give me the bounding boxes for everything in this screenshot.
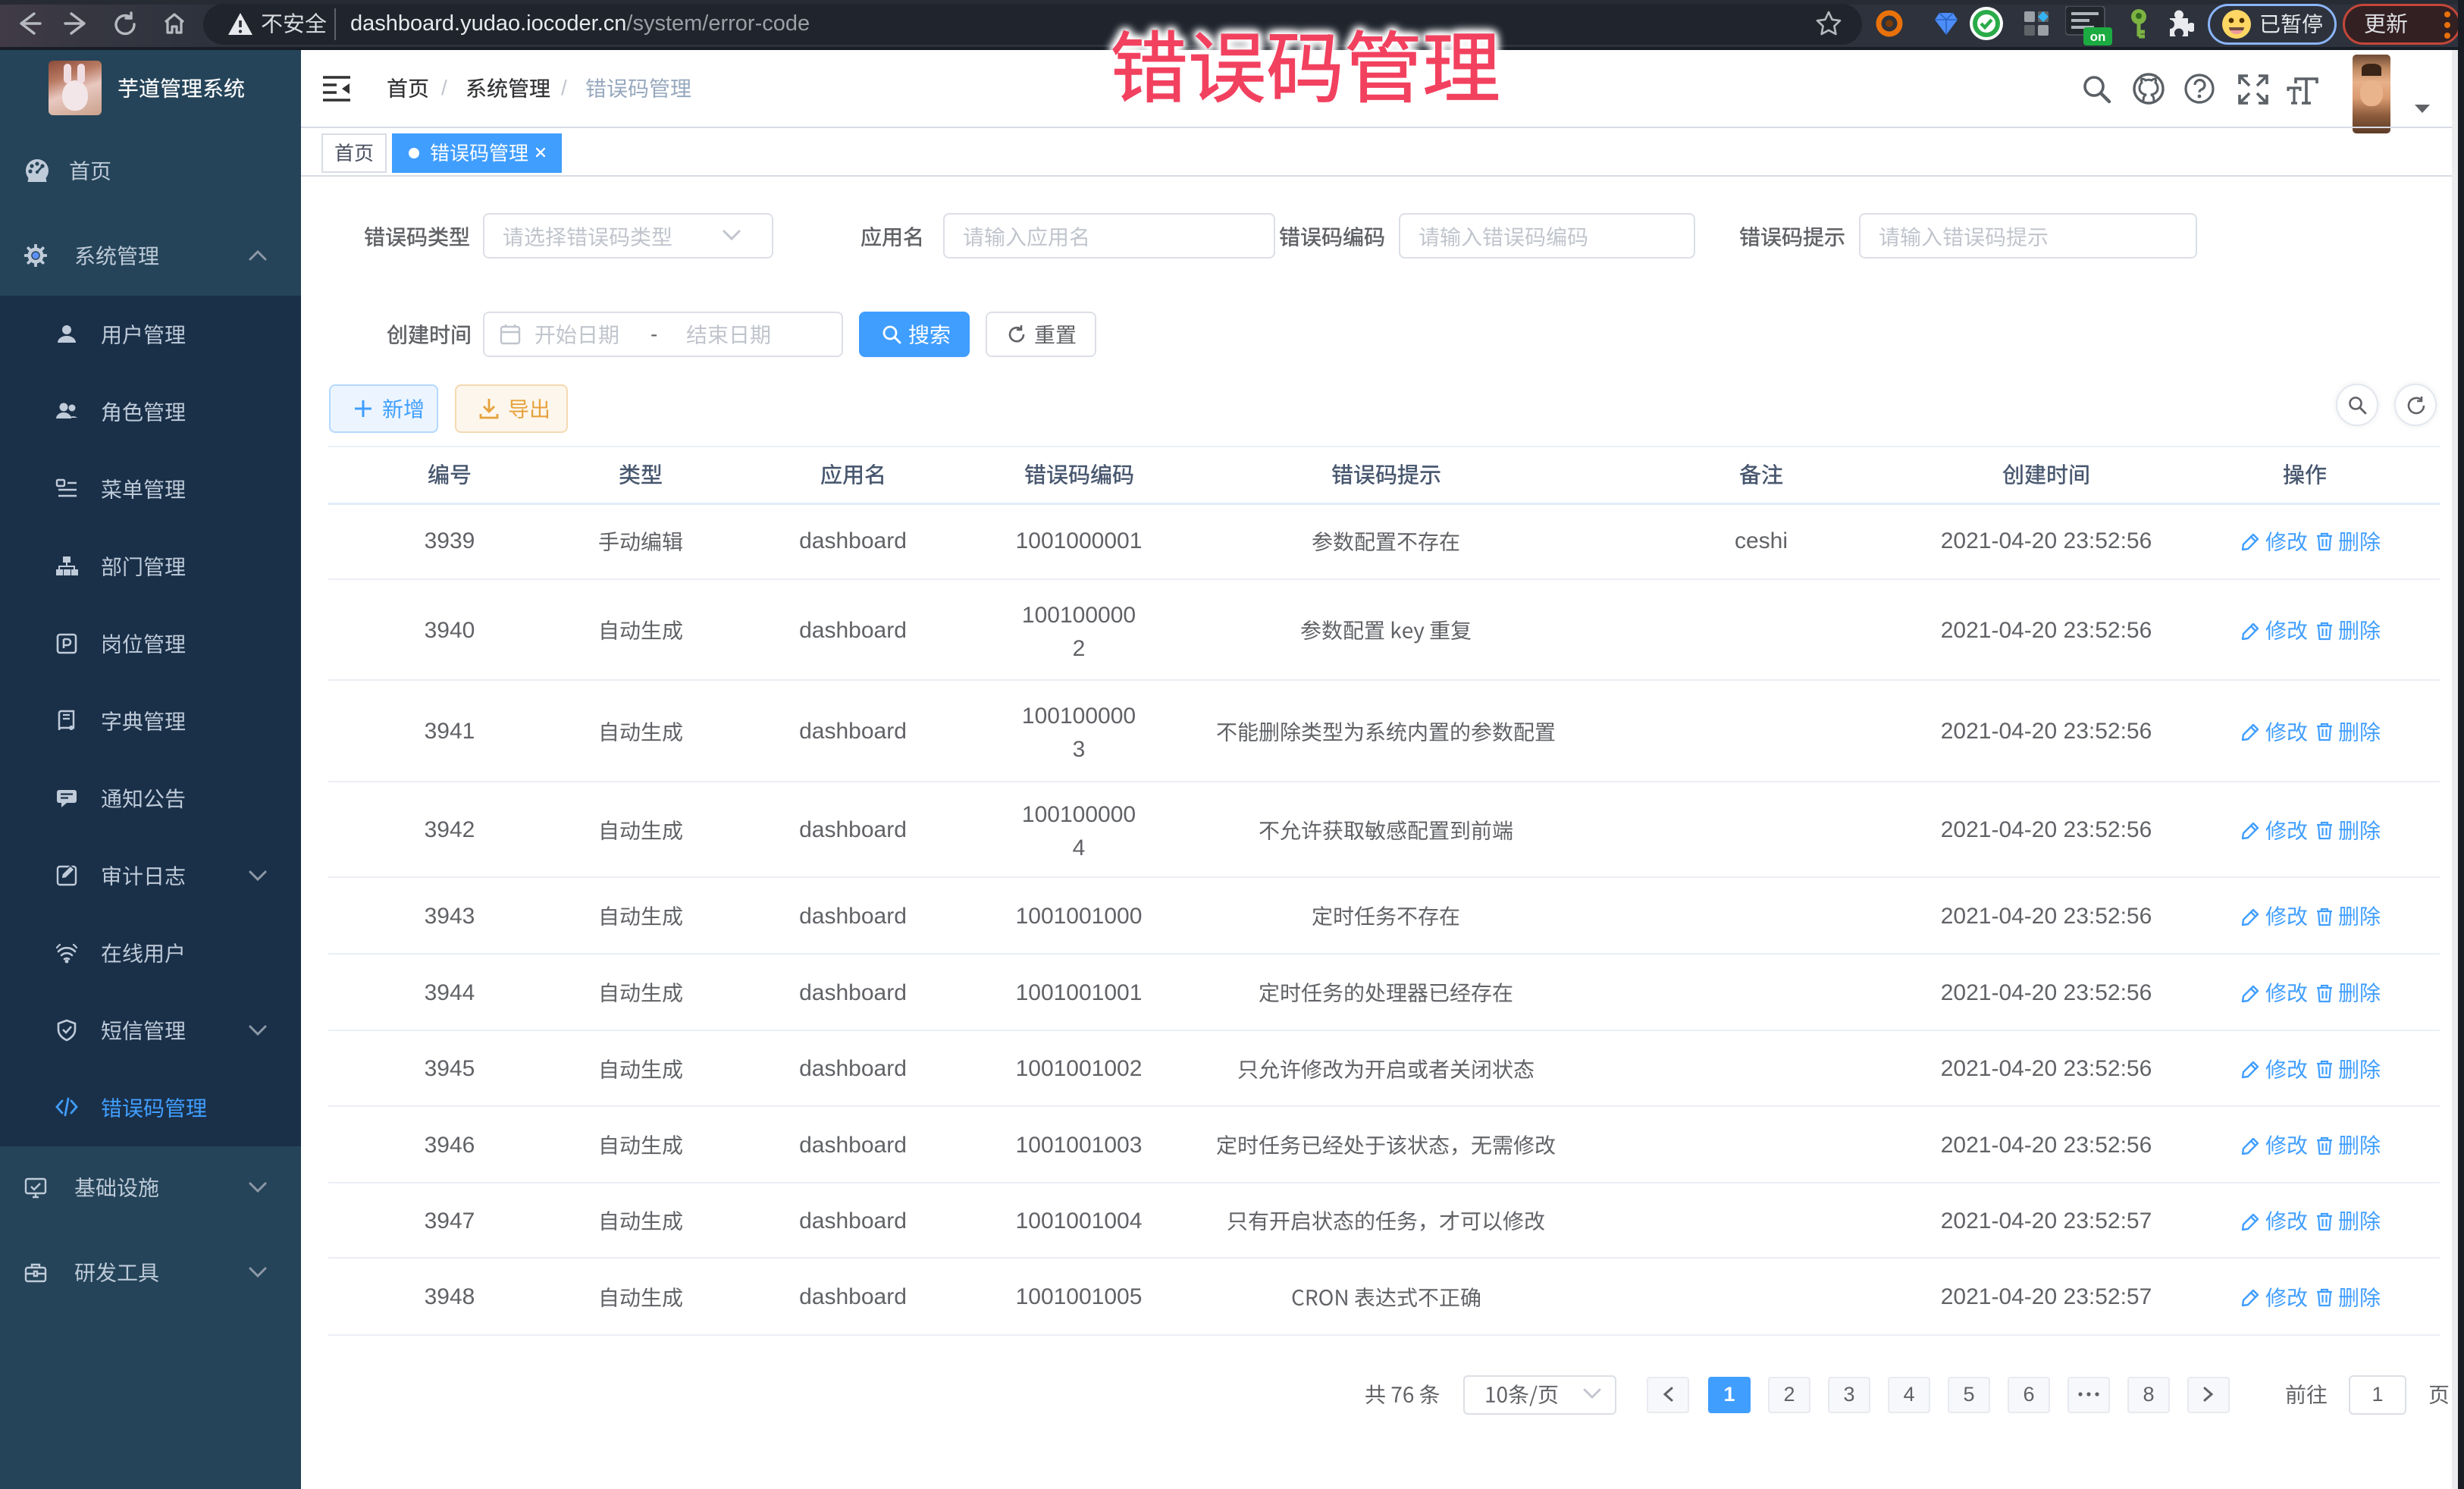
svg-text:on: on <box>2090 30 2106 44</box>
